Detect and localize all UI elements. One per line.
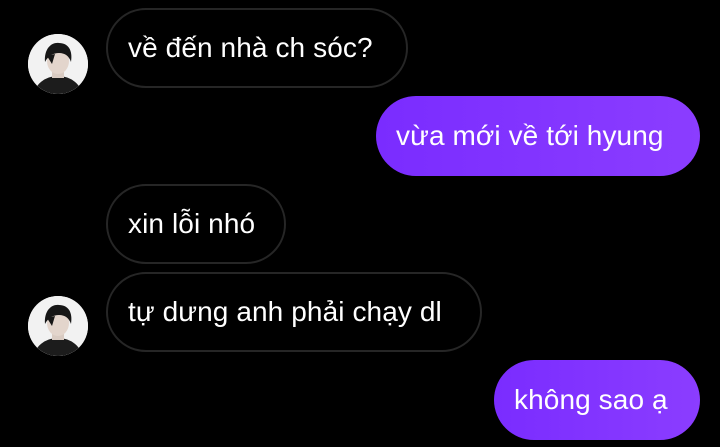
- incoming-message-bubble[interactable]: tự dưng anh phải chạy dl: [106, 272, 482, 352]
- outgoing-message-bubble[interactable]: không sao ạ: [494, 360, 700, 440]
- incoming-message-bubble[interactable]: về đến nhà ch sóc?: [106, 8, 408, 88]
- contact-avatar[interactable]: [28, 296, 88, 356]
- outgoing-message-bubble[interactable]: vừa mới về tới hyung: [376, 96, 700, 176]
- message-text: vừa mới về tới hyung: [396, 120, 664, 151]
- incoming-message-bubble[interactable]: xin lỗi nhó: [106, 184, 286, 264]
- contact-avatar[interactable]: [28, 34, 88, 94]
- contact-avatar-photo-icon: [28, 34, 88, 94]
- contact-avatar-photo-icon: [28, 296, 88, 356]
- message-text: về đến nhà ch sóc?: [128, 32, 373, 63]
- message-text: không sao ạ: [514, 384, 668, 415]
- message-text: xin lỗi nhó: [128, 208, 256, 239]
- chat-thread: về đến nhà ch sóc? vừa mới về tới hyung …: [0, 0, 720, 447]
- message-text: tự dưng anh phải chạy dl: [128, 296, 442, 327]
